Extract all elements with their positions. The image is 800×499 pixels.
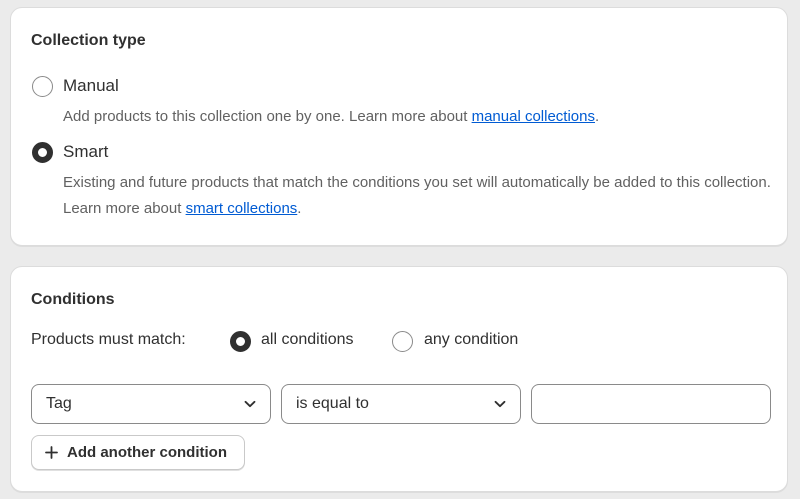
condition-value-input[interactable] [531,384,771,424]
collection-type-title: Collection type [31,32,146,49]
plus-icon [45,446,58,459]
condition-field-value: Tag [46,395,72,412]
collection-type-card: Collection type Manual Add products to t… [10,7,788,246]
manual-radio[interactable] [32,76,53,97]
conditions-card: Conditions Products must match: all cond… [10,266,788,492]
all-conditions-radio[interactable] [230,331,251,352]
manual-help-text: Add products to this collection one by o… [63,104,775,130]
smart-label[interactable]: Smart [63,142,108,162]
any-condition-label[interactable]: any condition [424,331,518,349]
chevron-down-icon [244,400,256,408]
condition-operator-select[interactable]: is equal to [281,384,521,424]
manual-label[interactable]: Manual [63,76,119,96]
smart-help-text: Existing and future products that match … [63,170,775,222]
condition-operator-value: is equal to [296,395,369,412]
condition-field-select[interactable]: Tag [31,384,271,424]
smart-help-body: Existing and future products that match … [63,174,771,217]
products-must-match-label: Products must match: [31,331,186,348]
smart-help-suffix: . [297,200,302,217]
any-condition-radio[interactable] [392,331,413,352]
manual-collections-link[interactable]: manual collections [472,108,595,125]
add-another-condition-label: Add another condition [67,444,227,461]
manual-help-suffix: . [595,108,600,125]
add-another-condition-button[interactable]: Add another condition [31,435,245,470]
manual-help-body: Add products to this collection one by o… [63,108,472,125]
all-conditions-label[interactable]: all conditions [261,331,354,349]
smart-collections-link[interactable]: smart collections [186,200,298,217]
smart-radio[interactable] [32,142,53,163]
conditions-title: Conditions [31,291,115,308]
chevron-down-icon [494,400,506,408]
